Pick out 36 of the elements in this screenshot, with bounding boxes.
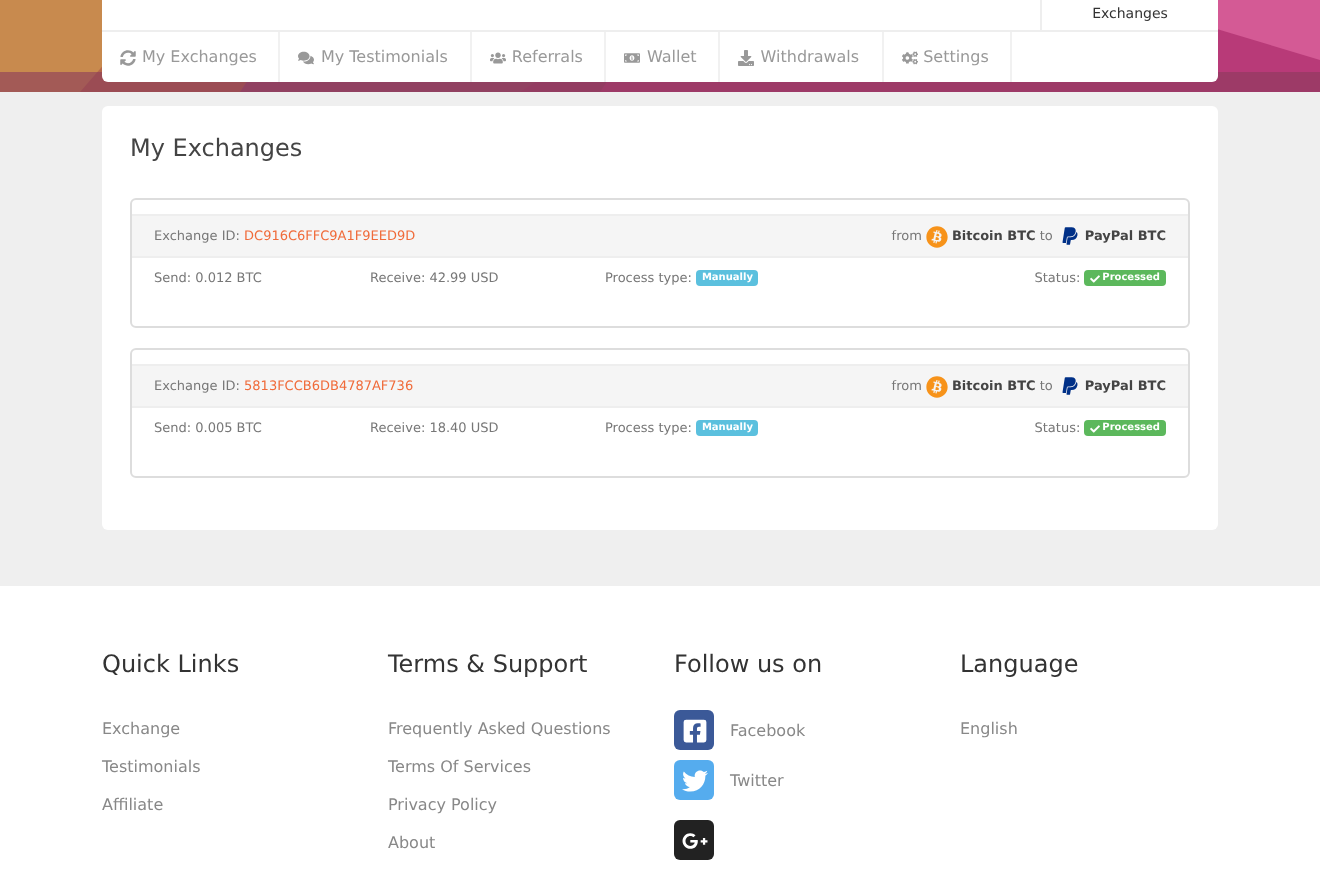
- social-link[interactable]: Facebook: [674, 710, 960, 750]
- footer-heading: Quick Links: [102, 650, 242, 678]
- twitter-bird-icon: [674, 760, 714, 800]
- download-icon: [738, 49, 755, 65]
- check-icon: [1090, 273, 1101, 283]
- footer-link[interactable]: Privacy Policy: [388, 796, 674, 816]
- facebook-icon: [674, 710, 714, 750]
- footer-heading: Terms & Support: [388, 650, 590, 678]
- footer-heading: Language: [960, 650, 1081, 678]
- footer-link[interactable]: Frequently Asked Questions: [388, 720, 674, 740]
- users-icon: [489, 49, 506, 65]
- paypal-icon: [1060, 376, 1081, 396]
- bitcoin-icon: [925, 225, 948, 247]
- footer-link[interactable]: Exchange: [102, 720, 388, 740]
- nav-tab[interactable]: Withdrawals: [720, 32, 884, 82]
- footer-link[interactable]: About: [388, 834, 674, 854]
- nav-tab[interactable]: Settings: [883, 32, 1013, 82]
- nav-tab[interactable]: My Exchanges: [102, 32, 281, 82]
- panel-title: My Exchanges: [130, 134, 305, 162]
- speech-bubbles-icon: [298, 49, 315, 65]
- paypal-icon: [1060, 226, 1081, 246]
- footer-link[interactable]: Testimonials: [102, 758, 388, 778]
- nav-tab[interactable]: Wallet: [606, 32, 721, 82]
- refresh-icon: [120, 49, 136, 65]
- nav-tab[interactable]: My Testimonials: [280, 32, 472, 82]
- footer-heading: Follow us on: [674, 650, 825, 678]
- settings-icon: [901, 49, 918, 65]
- social-link[interactable]: Twitter: [674, 760, 960, 800]
- check-icon: [1090, 423, 1101, 433]
- footer-link[interactable]: Terms Of Services: [388, 758, 674, 778]
- bitcoin-icon: [925, 375, 948, 397]
- footer-link[interactable]: Affiliate: [102, 796, 388, 816]
- google-plus-icon[interactable]: [674, 820, 714, 860]
- footer-link[interactable]: English: [960, 720, 1246, 740]
- nav-tab[interactable]: Referrals: [471, 32, 607, 82]
- banknote-icon: [624, 49, 641, 65]
